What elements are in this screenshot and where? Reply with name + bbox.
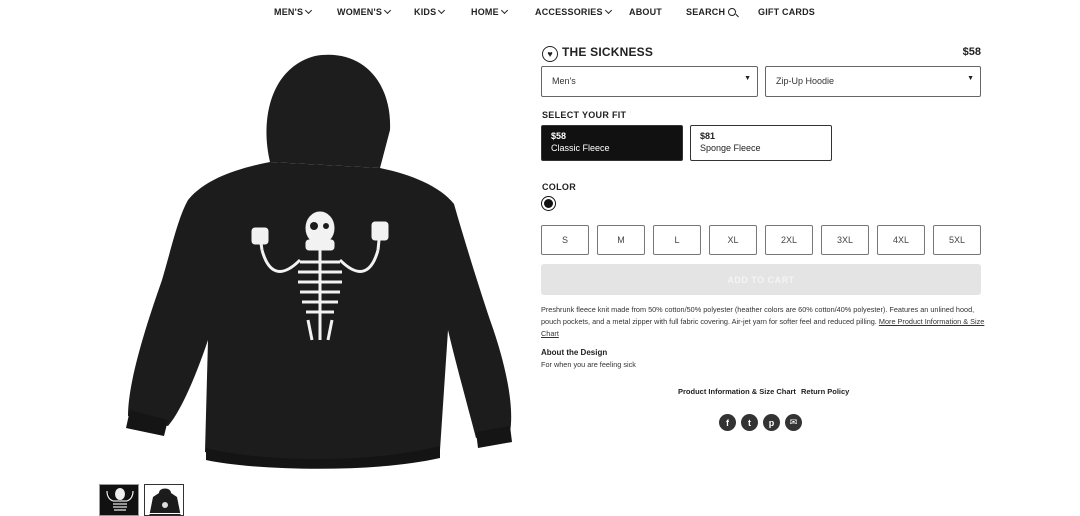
chevron-down-icon	[305, 6, 313, 15]
nav-mens[interactable]: MEN'S	[274, 6, 313, 17]
fit-option-name: Sponge Fleece	[700, 143, 761, 153]
fit-option-sponge[interactable]: $81 Sponge Fleece	[690, 125, 832, 161]
thumbnail-1[interactable]	[99, 484, 139, 516]
facebook-share-button[interactable]: f	[719, 414, 736, 431]
style-select[interactable]: Zip-Up Hoodie ▼	[765, 66, 981, 97]
tumblr-share-button[interactable]: t	[741, 414, 758, 431]
fit-option-price: $58	[551, 131, 567, 141]
skeleton-thumb-icon	[100, 485, 138, 515]
nav-gift-cards-label: GIFT CARDS	[758, 7, 815, 17]
product-info-link[interactable]: Product Information & Size Chart	[678, 387, 796, 396]
hoodie-illustration	[126, 54, 512, 469]
nav-mens-label: MEN'S	[274, 7, 304, 17]
size-3xl[interactable]: 3XL	[821, 225, 869, 255]
pinterest-icon: p	[768, 417, 775, 428]
product-image[interactable]	[110, 50, 520, 475]
about-design-body: For when you are feeling sick	[541, 360, 636, 369]
nav-kids[interactable]: KIDS	[414, 6, 446, 17]
fit-option-name: Classic Fleece	[551, 143, 610, 153]
fit-option-classic[interactable]: $58 Classic Fleece	[541, 125, 683, 161]
product-description: Preshrunk fleece knit made from 50% cott…	[541, 304, 986, 340]
chevron-down-icon	[500, 6, 508, 15]
fit-section-label: SELECT YOUR FIT	[542, 110, 627, 120]
nav-home[interactable]: HOME	[471, 6, 508, 17]
size-5xl[interactable]: 5XL	[933, 225, 981, 255]
favorite-button[interactable]: ♥	[542, 46, 558, 62]
chevron-down-icon	[604, 6, 612, 15]
nav-womens-label: WOMEN'S	[337, 7, 383, 17]
product-price: $58	[962, 46, 981, 58]
nav-accessories-label: ACCESSORIES	[535, 7, 603, 17]
color-swatch-black[interactable]	[541, 196, 556, 211]
heart-icon: ♥	[547, 48, 553, 59]
chevron-down-icon	[384, 6, 392, 15]
size-m[interactable]: M	[597, 225, 645, 255]
email-icon: ✉	[789, 417, 798, 427]
nav-gift-cards[interactable]: GIFT CARDS	[758, 7, 815, 17]
fit-option-price: $81	[700, 131, 716, 141]
chevron-down-icon	[438, 6, 446, 15]
gender-select-value: Men's	[552, 76, 576, 86]
nav-kids-label: KIDS	[414, 7, 437, 17]
nav-womens[interactable]: WOMEN'S	[337, 6, 392, 17]
return-policy-link[interactable]: Return Policy	[801, 387, 849, 396]
size-xl[interactable]: XL	[709, 225, 757, 255]
top-nav: MEN'S WOMEN'S KIDS HOME ACCESSORIES ABOU…	[0, 0, 1080, 26]
nav-about[interactable]: ABOUT	[629, 7, 662, 17]
size-l[interactable]: L	[653, 225, 701, 255]
tumblr-icon: t	[748, 417, 751, 428]
swatch-fill	[544, 199, 553, 208]
nav-search-label: SEARCH	[686, 7, 726, 17]
nav-home-label: HOME	[471, 7, 499, 17]
search-icon	[728, 8, 737, 16]
color-section-label: COLOR	[542, 182, 576, 192]
product-title: THE SICKNESS	[562, 45, 654, 59]
add-to-cart-button[interactable]: ADD TO CART	[541, 264, 981, 295]
pinterest-share-button[interactable]: p	[763, 414, 780, 431]
caret-down-icon: ▼	[744, 75, 751, 82]
facebook-icon: f	[726, 417, 729, 428]
thumbnail-2[interactable]	[144, 484, 184, 516]
size-4xl[interactable]: 4XL	[877, 225, 925, 255]
nav-about-label: ABOUT	[629, 7, 662, 17]
size-s[interactable]: S	[541, 225, 589, 255]
about-design-title: About the Design	[541, 348, 608, 357]
style-select-value: Zip-Up Hoodie	[776, 76, 835, 86]
hoodie-thumb-icon	[145, 485, 183, 515]
email-share-button[interactable]: ✉	[785, 414, 802, 431]
nav-search[interactable]: SEARCH	[686, 7, 737, 17]
caret-down-icon: ▼	[967, 75, 974, 82]
gender-select[interactable]: Men's ▼	[541, 66, 758, 97]
nav-accessories[interactable]: ACCESSORIES	[535, 6, 612, 17]
size-2xl[interactable]: 2XL	[765, 225, 813, 255]
